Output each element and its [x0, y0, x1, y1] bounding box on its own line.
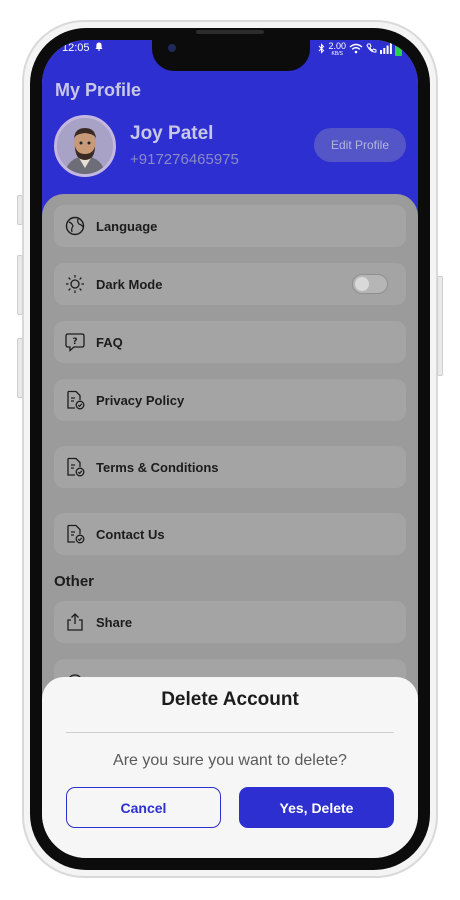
menu-label-language: Language: [96, 218, 158, 234]
phone-screen: 12:05 2.00 KB/S My Profile Joy Patel +91…: [42, 40, 418, 858]
menu-label-dark-mode: Dark Mode: [96, 276, 163, 292]
status-time: 12:05: [62, 42, 90, 54]
status-bar-right: 2.00 KB/S: [318, 42, 402, 58]
menu-label-privacy-policy: Privacy Policy: [96, 392, 185, 408]
call-icon: [366, 43, 377, 57]
notification-icon: [94, 42, 103, 54]
dialog-message: Are you sure you want to delete?: [113, 752, 347, 769]
net-speed-unit: KB/S: [331, 51, 343, 57]
side-button-volume-up: [17, 255, 23, 315]
signal-icon: [380, 43, 392, 57]
menu-label-terms: Terms & Conditions: [96, 459, 219, 475]
avatar-image: [57, 118, 113, 174]
svg-text:?: ?: [72, 337, 77, 347]
sun-icon: [64, 273, 86, 295]
document-check-icon: [64, 523, 86, 545]
side-button-power: [437, 276, 443, 376]
toggle-knob: [355, 277, 369, 291]
menu-item-dark-mode[interactable]: Dark Mode: [54, 263, 406, 305]
menu-label-share: Share: [96, 614, 133, 630]
menu-item-language[interactable]: Language: [54, 205, 406, 247]
front-camera: [168, 44, 176, 52]
battery-icon: [395, 44, 402, 56]
edit-profile-button[interactable]: Edit Profile: [314, 128, 406, 162]
dialog-title: Delete Account: [161, 689, 299, 710]
menu-item-contact-us[interactable]: Contact Us: [54, 513, 406, 555]
menu-item-terms[interactable]: Terms & Conditions: [54, 446, 406, 488]
status-bar-left: 12:05: [62, 42, 103, 54]
dark-mode-toggle[interactable]: [352, 274, 388, 294]
confirm-delete-button[interactable]: Yes, Delete: [239, 787, 394, 828]
section-label-other: Other: [54, 573, 95, 590]
speaker-grille: [196, 30, 264, 34]
page-title: My Profile: [55, 80, 142, 100]
globe-icon: [64, 215, 86, 237]
menu-item-share[interactable]: Share: [54, 601, 406, 643]
delete-account-dialog: Delete Account Are you sure you want to …: [42, 677, 418, 858]
notch: [152, 40, 310, 71]
user-name: Joy Patel: [130, 123, 214, 144]
net-speed-value: 2.00: [328, 41, 346, 51]
avatar[interactable]: [54, 115, 116, 177]
net-speed-indicator: 2.00 KB/S: [328, 42, 346, 58]
menu-label-contact-us: Contact Us: [96, 526, 165, 542]
cancel-button[interactable]: Cancel: [66, 787, 221, 828]
share-icon: [64, 611, 86, 633]
faq-icon: ?: [64, 331, 86, 353]
dialog-divider: [66, 732, 394, 733]
wifi-icon: [349, 43, 363, 57]
menu-item-faq[interactable]: ? FAQ: [54, 321, 406, 363]
bluetooth-icon: [318, 43, 325, 57]
menu-item-privacy-policy[interactable]: Privacy Policy: [54, 379, 406, 421]
side-button-volume-down: [17, 338, 23, 398]
document-check-icon: [64, 389, 86, 411]
document-check-icon: [64, 456, 86, 478]
side-button-mute: [17, 195, 23, 225]
user-phone: +917276465975: [130, 151, 239, 168]
menu-label-faq: FAQ: [96, 334, 123, 350]
